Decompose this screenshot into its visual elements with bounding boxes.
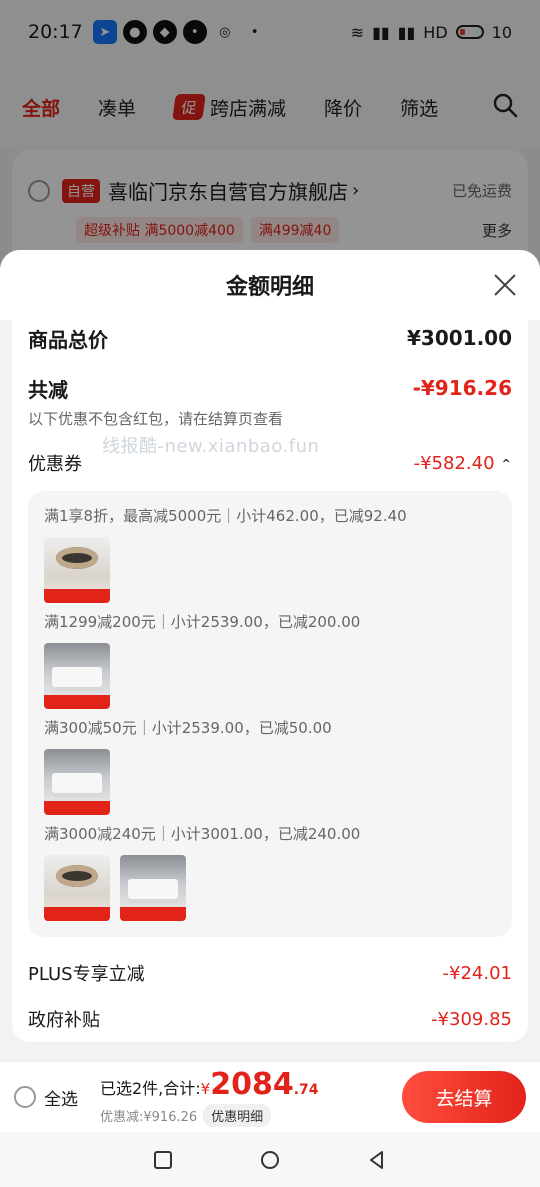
home-icon[interactable]	[259, 1149, 281, 1171]
selected-count-text: 已选2件,合计:	[100, 1079, 201, 1098]
total-price-label: 商品总价	[28, 327, 108, 352]
rule-products	[44, 537, 496, 605]
coupon-detail-box: 满1享8折，最高减5000元｜小计462.00，已减92.40 满1299减20…	[28, 491, 512, 937]
total-discount-label: 共减	[28, 377, 68, 402]
gov-subsidy-value: -¥309.85	[431, 1008, 512, 1030]
close-icon[interactable]	[492, 272, 518, 298]
discount-summary: 优惠减:¥916.26	[100, 1110, 198, 1125]
gov-subsidy-row: 政府补贴 -¥309.85	[28, 999, 512, 1039]
total-price-value: ¥3001.00	[406, 326, 512, 350]
plus-discount-value: -¥24.01	[442, 962, 512, 984]
chevron-up-icon: ⌃	[500, 456, 512, 473]
rule-products	[44, 855, 496, 923]
total-price-row: 商品总价 ¥3001.00	[28, 320, 512, 356]
sheet-header: 金额明细	[0, 250, 540, 320]
total-price-dec: .74	[293, 1082, 319, 1098]
watermark: 线报酷-new.xianbao.fun	[102, 436, 320, 457]
coupon-rule: 满300减50元｜小计2539.00，已减50.00	[44, 719, 332, 737]
order-summary: 已选2件,合计: ¥ 2084 .74 优惠减:¥916.26 优惠明细	[100, 1067, 319, 1127]
plus-discount-row: PLUS专享立减 -¥24.01	[28, 953, 512, 993]
recents-icon[interactable]	[152, 1149, 174, 1171]
checkout-button[interactable]: 去结算	[402, 1071, 526, 1123]
rule-products	[44, 749, 496, 817]
product-thumb-lamp[interactable]	[44, 537, 110, 603]
select-all-label: 全选	[44, 1089, 78, 1110]
gov-subsidy-label: 政府补贴	[28, 1010, 100, 1031]
checkout-bar: 全选 已选2件,合计: ¥ 2084 .74 优惠减:¥916.26 优惠明细 …	[0, 1062, 540, 1132]
sheet-title: 金额明细	[225, 275, 314, 300]
coupon-value: -¥582.40	[413, 452, 495, 474]
product-thumb-mattress[interactable]	[44, 643, 110, 709]
back-icon[interactable]	[366, 1149, 388, 1171]
product-thumb-mattress[interactable]	[120, 855, 186, 921]
rule-products	[44, 643, 496, 711]
product-thumb-lamp[interactable]	[44, 855, 110, 921]
discount-note: 以下优惠不包含红包，请在结算页查看	[28, 410, 284, 428]
system-nav-bar	[0, 1132, 540, 1187]
product-thumb-mattress[interactable]	[44, 749, 110, 815]
coupon-rule: 满1299减200元｜小计2539.00，已减200.00	[44, 613, 361, 631]
sheet-body: 商品总价 ¥3001.00 共减 -¥916.26 以下优惠不包含红包，请在结算…	[12, 320, 528, 1042]
select-all-radio[interactable]	[14, 1086, 36, 1108]
total-discount-row: 共减 -¥916.26	[28, 370, 512, 406]
coupon-rule: 满1享8折，最高减5000元｜小计462.00，已减92.40	[44, 507, 407, 525]
amount-detail-sheet: 金额明细 商品总价 ¥3001.00 共减 -¥916.26 以下优惠不包含红包…	[0, 250, 540, 1062]
plus-discount-label: PLUS专享立减	[28, 964, 145, 985]
select-all[interactable]: 全选	[14, 1085, 78, 1110]
coupon-value-wrap: -¥582.40 ⌃	[414, 453, 512, 474]
price-currency: ¥	[200, 1080, 211, 1098]
coupon-label: 优惠券	[28, 454, 82, 475]
total-discount-value: -¥916.26	[412, 376, 512, 400]
coupon-rule: 满3000减240元｜小计3001.00，已减240.00	[44, 825, 361, 843]
discount-detail-button[interactable]: 优惠明细	[203, 1104, 272, 1127]
total-price-int: 2084	[210, 1067, 294, 1102]
